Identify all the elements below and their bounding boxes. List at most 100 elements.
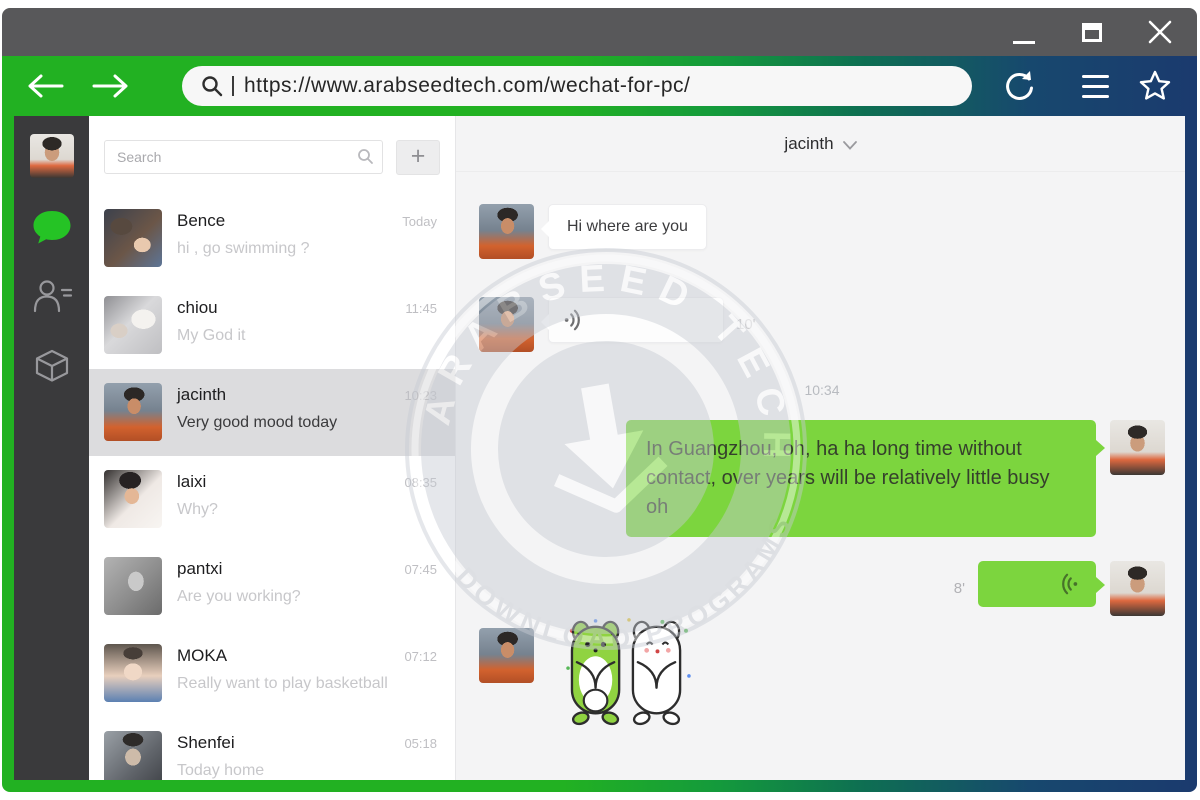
voice-waves-icon (1056, 572, 1080, 596)
wechat-app: + Bence Today hi , go swimming ? chiou 1… (14, 116, 1185, 780)
chat-time: 11:45 (405, 301, 437, 316)
sticker-image (564, 615, 692, 736)
chat-avatar (104, 557, 162, 615)
chat-meta: jacinth 10:23 Very good mood today (177, 383, 437, 432)
menu-icon[interactable] (1082, 75, 1109, 98)
chat-name: Shenfei (177, 733, 235, 753)
message-bubble: In Guangzhou, oh, ha ha long time withou… (626, 420, 1096, 537)
maximize-icon (1082, 23, 1102, 42)
chat-meta: Bence Today hi , go swimming ? (177, 209, 437, 258)
chat-meta: MOKA 07:12 Really want to play basketbal… (177, 644, 437, 693)
refresh-icon[interactable] (1002, 69, 1036, 103)
avatar[interactable] (1110, 561, 1165, 616)
chat-time: 08:35 (404, 475, 437, 490)
chat-name: laixi (177, 472, 206, 492)
search-row: + (89, 116, 455, 175)
chat-list-item[interactable]: Shenfei 05:18 Today home (89, 717, 455, 780)
chat-preview: Really want to play basketball (177, 675, 437, 693)
chat-name: jacinth (177, 385, 226, 405)
minimize-button[interactable] (1009, 15, 1039, 49)
chat-preview: Are you working? (177, 588, 437, 606)
forward-arrow-icon[interactable] (90, 72, 130, 100)
search-box (104, 140, 383, 175)
chat-name: chiou (177, 298, 218, 318)
chat-time: 05:18 (404, 736, 437, 751)
message-list: Hi where are you 10' 10:34 In Guangzhou,… (456, 172, 1185, 780)
chat-avatar (104, 644, 162, 702)
conversation-title: jacinth (784, 134, 833, 154)
chat-preview: My God it (177, 327, 437, 345)
user-avatar[interactable] (30, 134, 74, 178)
chat-list-item[interactable]: MOKA 07:12 Really want to play basketbal… (89, 630, 455, 717)
chat-preview: Why? (177, 501, 437, 519)
chat-message-sticker (479, 628, 1165, 736)
browser-window: https://www.arabseedtech.com/wechat-for-… (2, 8, 1197, 792)
close-button[interactable] (1145, 15, 1175, 49)
voice-waves-icon (562, 308, 586, 332)
chat-avatar (104, 209, 162, 267)
url-bar[interactable]: https://www.arabseedtech.com/wechat-for-… (182, 66, 972, 106)
chat-list-item[interactable]: chiou 11:45 My God it (89, 282, 455, 369)
chat-message-voice: 8' (479, 561, 1165, 616)
minimize-icon (1013, 41, 1035, 44)
browser-frame: https://www.arabseedtech.com/wechat-for-… (2, 56, 1197, 792)
browser-toolbar: https://www.arabseedtech.com/wechat-for-… (14, 56, 1185, 116)
chat-avatar (104, 383, 162, 441)
text-cursor (232, 76, 234, 96)
chat-time: 07:12 (404, 649, 437, 664)
chat-avatar (104, 731, 162, 780)
message-text: In Guangzhou, oh, ha ha long time withou… (646, 438, 1050, 518)
chat-meta: laixi 08:35 Why? (177, 470, 437, 519)
chat-time: Today (402, 214, 437, 229)
chat-meta: pantxi 07:45 Are you working? (177, 557, 437, 606)
avatar[interactable] (1110, 420, 1165, 475)
search-icon (357, 148, 374, 165)
chat-message-text: Hi where are you (479, 204, 1165, 259)
chat-preview: Today home (177, 762, 437, 780)
chat-name: pantxi (177, 559, 222, 579)
chat-time: 07:45 (404, 562, 437, 577)
avatar[interactable] (479, 297, 534, 352)
moments-box-icon[interactable] (31, 345, 73, 387)
chat-list-item[interactable]: pantxi 07:45 Are you working? (89, 543, 455, 630)
close-icon (1146, 18, 1174, 46)
chat-message-voice: 10' (479, 297, 1165, 352)
voice-message-bubble[interactable] (978, 561, 1096, 607)
contacts-icon[interactable] (31, 278, 73, 314)
chat-meta: chiou 11:45 My God it (177, 296, 437, 345)
chat-message-text: In Guangzhou, oh, ha ha long time withou… (479, 420, 1165, 537)
message-text: Hi where are you (567, 218, 688, 235)
bookmark-star-icon[interactable] (1137, 68, 1173, 104)
chat-avatar (104, 296, 162, 354)
chat-preview: hi , go swimming ? (177, 240, 437, 258)
chat-list-panel: + Bence Today hi , go swimming ? chiou 1… (89, 116, 456, 780)
add-chat-button[interactable]: + (396, 140, 440, 175)
url-text: https://www.arabseedtech.com/wechat-for-… (244, 74, 690, 98)
nav-rail (14, 116, 89, 780)
voice-message-bubble[interactable] (548, 297, 724, 343)
chat-preview: Very good mood today (177, 414, 437, 432)
chat-name: MOKA (177, 646, 227, 666)
chat-name: Bence (177, 211, 225, 231)
chevron-down-icon[interactable] (843, 141, 857, 150)
search-icon (200, 74, 224, 98)
chat-list-item[interactable]: laixi 08:35 Why? (89, 456, 455, 543)
chat-avatar (104, 470, 162, 528)
avatar[interactable] (479, 204, 534, 259)
chat-list-item[interactable]: jacinth 10:23 Very good mood today (89, 369, 455, 456)
chats-icon[interactable] (30, 209, 74, 247)
chat-meta: Shenfei 05:18 Today home (177, 731, 437, 780)
voice-duration: 8' (954, 580, 965, 597)
window-titlebar (2, 8, 1197, 56)
avatar[interactable] (479, 628, 534, 683)
message-timestamp: 10:34 (479, 382, 1165, 398)
chat-time: 10:23 (404, 388, 437, 403)
voice-duration: 10' (736, 316, 756, 333)
message-bubble: Hi where are you (548, 204, 707, 250)
back-arrow-icon[interactable] (26, 72, 66, 100)
chat-list: Bence Today hi , go swimming ? chiou 11:… (89, 195, 455, 780)
maximize-button[interactable] (1077, 15, 1107, 49)
chat-list-item[interactable]: Bence Today hi , go swimming ? (89, 195, 455, 282)
search-input[interactable] (104, 140, 383, 174)
conversation-panel: jacinth Hi where are you 10' 10:34 In Gu… (456, 116, 1185, 780)
